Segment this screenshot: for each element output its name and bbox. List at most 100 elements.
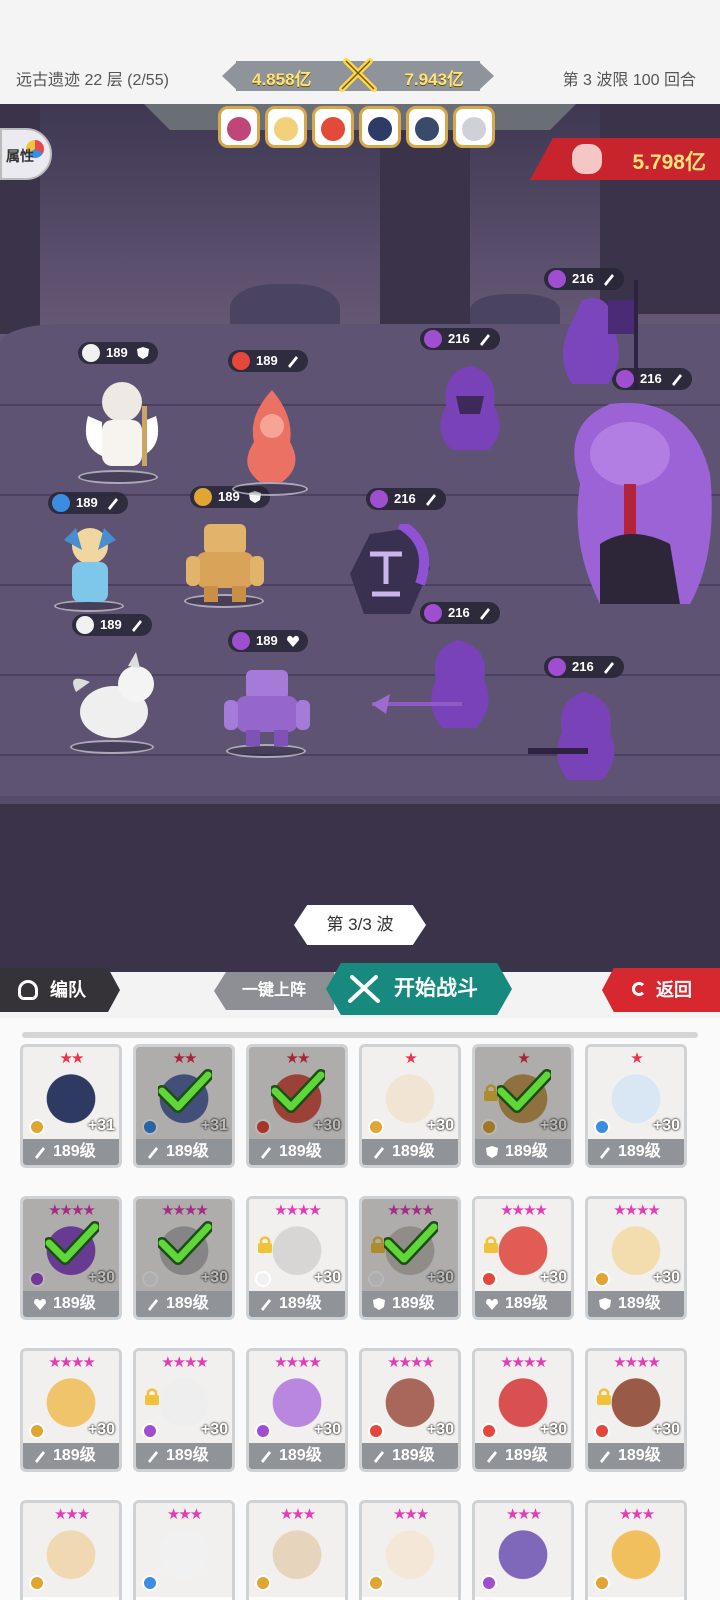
- earth-element-icon: [594, 1575, 610, 1591]
- defense-role-icon: [373, 1298, 385, 1310]
- attack-role-icon: [600, 1451, 610, 1463]
- team-portrait[interactable]: [359, 106, 401, 148]
- hero-card[interactable]: ★★★★ +30 189级: [472, 1196, 574, 1320]
- checkmark-icon: [497, 1069, 551, 1113]
- hero-card[interactable]: ★★★: [585, 1500, 687, 1600]
- return-button[interactable]: 返回: [602, 968, 720, 1012]
- dark-element-icon: [548, 658, 566, 676]
- team-portrait[interactable]: [265, 106, 307, 148]
- crossed-swords-icon: [348, 975, 380, 1003]
- hero-card[interactable]: ★★★: [359, 1500, 461, 1600]
- checkmark-icon: [158, 1221, 212, 1265]
- water-element-icon: [142, 1575, 158, 1591]
- hero-card[interactable]: ★★★★ +30 189级: [359, 1196, 461, 1320]
- ally-level-tag: 189: [228, 630, 308, 652]
- hero-card[interactable]: ★★★★ +30 189级: [359, 1348, 461, 1472]
- hero-level: 189级: [588, 1443, 684, 1469]
- enhance-level: +30: [426, 1117, 454, 1134]
- enhance-level: +30: [313, 1269, 341, 1286]
- hero-roster[interactable]: ★★ +31 189级 ★★ +31 189级 ★★ +30 189级 ★ +30 189级 ★ +30 1…: [0, 1018, 720, 1600]
- hero-card[interactable]: ★ +30 189级: [359, 1044, 461, 1168]
- team-setup-button[interactable]: 编队: [0, 968, 120, 1012]
- star-rating: ★: [630, 1050, 643, 1067]
- hero-card[interactable]: ★★★: [133, 1500, 235, 1600]
- attack-role-icon: [603, 662, 614, 674]
- team-portrait[interactable]: [453, 106, 495, 148]
- hero-level: 189级: [136, 1443, 232, 1469]
- ally-fire-sprite[interactable]: [234, 386, 310, 486]
- attack-role-icon: [287, 356, 298, 368]
- hero-card[interactable]: ★★★★ +30 189级: [133, 1348, 235, 1472]
- checkmark-icon: [45, 1221, 99, 1265]
- enemy-power-banner: 5.798亿: [530, 138, 720, 180]
- hero-card[interactable]: ★★★★ +30 189级: [472, 1348, 574, 1472]
- star-rating: ★★★★: [613, 1202, 661, 1219]
- team-portrait[interactable]: [312, 106, 354, 148]
- star-rating: ★★★★: [613, 1354, 661, 1371]
- light-element-icon: [76, 616, 94, 634]
- hero-card[interactable]: ★★★★ +30 189级: [133, 1196, 235, 1320]
- enemy-crossbow-sprite[interactable]: [528, 688, 628, 784]
- lock-icon: [258, 1236, 272, 1253]
- attribute-button[interactable]: 属性: [0, 128, 52, 180]
- enemy-boss-sprite[interactable]: [540, 394, 720, 614]
- enemy-shadow-sprite[interactable]: [428, 362, 512, 452]
- hero-level: 189级: [475, 1291, 571, 1317]
- star-rating: ★★★★: [500, 1202, 548, 1219]
- auto-deploy-button[interactable]: 一键上阵: [214, 972, 334, 1010]
- earth-element-icon: [594, 1271, 610, 1287]
- enemy-banner-sprite[interactable]: [552, 280, 652, 390]
- ally-water-sprite[interactable]: [54, 520, 126, 610]
- start-battle-button[interactable]: 开始战斗: [326, 963, 512, 1015]
- enhance-level: +30: [539, 1421, 567, 1438]
- fire-element-icon: [368, 1423, 384, 1439]
- attack-role-icon: [35, 1451, 45, 1463]
- hero-card[interactable]: ★★★★ +30 189级: [20, 1196, 122, 1320]
- team-portrait[interactable]: [406, 106, 448, 148]
- enemy-sign-sprite[interactable]: [350, 524, 434, 618]
- team-portrait[interactable]: [218, 106, 260, 148]
- enhance-level: +30: [652, 1269, 680, 1286]
- earth-element-icon: [368, 1575, 384, 1591]
- lock-icon: [145, 1388, 159, 1405]
- enemy-level-tag: 216: [420, 328, 500, 350]
- defense-role-icon: [599, 1298, 611, 1310]
- hero-card[interactable]: ★★★★ +30 189级: [585, 1348, 687, 1472]
- hero-card[interactable]: ★ +30 189级: [585, 1044, 687, 1168]
- lock-icon: [597, 1388, 611, 1405]
- ally-dragon-sprite[interactable]: [66, 652, 162, 746]
- hero-card[interactable]: ★★★★ +30 189级: [246, 1348, 348, 1472]
- hero-card[interactable]: ★★★★ +30 189级: [246, 1196, 348, 1320]
- star-rating: ★★★: [279, 1506, 316, 1523]
- star-rating: ★★★: [505, 1506, 542, 1523]
- hero-card[interactable]: ★★★: [472, 1500, 574, 1600]
- enemy-spear-sprite[interactable]: [372, 636, 502, 732]
- hero-level: 189级: [249, 1443, 345, 1469]
- star-rating: ★★: [59, 1050, 85, 1067]
- earth-element-icon: [29, 1423, 45, 1439]
- checkmark-icon: [384, 1221, 438, 1265]
- hero-card[interactable]: ★★ +31 189级: [20, 1044, 122, 1168]
- hero-card[interactable]: ★★★: [246, 1500, 348, 1600]
- hero-card[interactable]: ★★★★ +30 189级: [585, 1196, 687, 1320]
- ally-dark-golem-sprite[interactable]: [224, 664, 310, 748]
- hero-level: 189级: [362, 1443, 458, 1469]
- attack-role-icon: [261, 1147, 271, 1159]
- star-rating: ★★★★: [274, 1354, 322, 1371]
- hero-card[interactable]: ★★ +30 189级: [246, 1044, 348, 1168]
- roster-scrollbar[interactable]: [22, 1032, 698, 1038]
- hero-card[interactable]: ★★★★ +30 189级: [20, 1348, 122, 1472]
- support-role-icon: [286, 635, 299, 647]
- hero-card[interactable]: ★★ +31 189级: [133, 1044, 235, 1168]
- ally-golem-sprite[interactable]: [184, 518, 266, 604]
- star-rating: ★: [404, 1050, 417, 1067]
- hero-card[interactable]: ★★★: [20, 1500, 122, 1600]
- star-rating: ★★★★: [161, 1354, 209, 1371]
- ally-level-tag: 189: [48, 492, 128, 514]
- headset-icon: [18, 980, 38, 1000]
- ally-angel-sprite[interactable]: [80, 376, 164, 476]
- enemy-preview-power: 7.943亿: [404, 70, 464, 89]
- stage-label: 远古遗迹 22 层 (2/55): [16, 72, 169, 89]
- player-power: 4.858亿: [252, 70, 312, 89]
- hero-card[interactable]: ★ +30 189级: [472, 1044, 574, 1168]
